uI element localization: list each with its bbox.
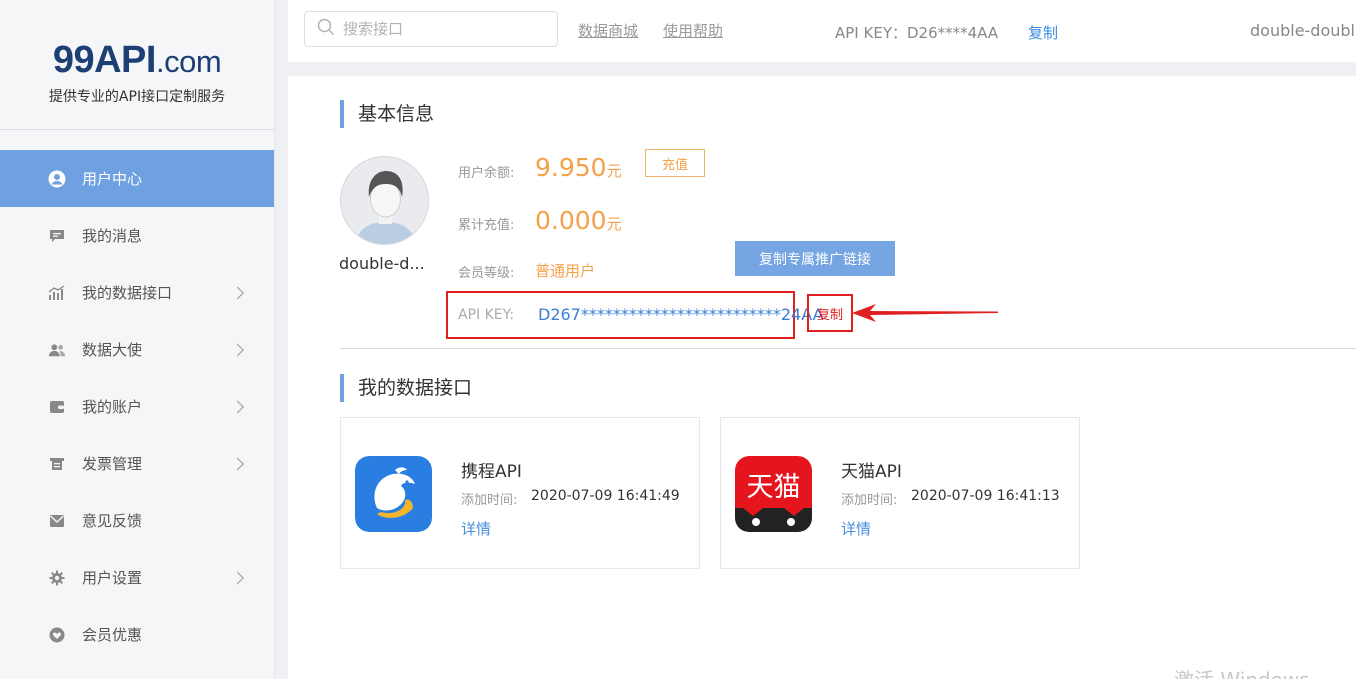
search-icon bbox=[317, 18, 335, 40]
mail-icon bbox=[48, 512, 66, 530]
sidebar-item-my-account[interactable]: 我的账户 bbox=[0, 378, 274, 435]
api-name: 天猫API bbox=[841, 462, 902, 482]
api-card-tmall[interactable]: 天猫 天猫API 添加时间: 2020-07-09 16:41:13 详情 bbox=[720, 417, 1080, 569]
sidebar-item-label: 发票管理 bbox=[82, 455, 143, 473]
sidebar-item-my-apis[interactable]: 我的数据接口 bbox=[0, 264, 274, 321]
detail-link[interactable]: 详情 bbox=[841, 518, 871, 539]
user-menu[interactable]: double-doubl bbox=[1250, 21, 1355, 40]
logo-text: 99API.com bbox=[52, 39, 222, 81]
sidebar-item-data-ambassador[interactable]: 数据大使 bbox=[0, 321, 274, 378]
sidebar-nav: 用户中心 我的消息 我的数据接口 数据大使 我的账户 发票管理 意见反馈 用户设… bbox=[0, 130, 274, 663]
people-icon bbox=[48, 341, 66, 359]
message-icon bbox=[48, 227, 66, 245]
username: double-d... bbox=[339, 254, 425, 273]
sidebar-item-invoice[interactable]: 发票管理 bbox=[0, 435, 274, 492]
member-level-label: 会员等级: bbox=[458, 266, 515, 281]
sidebar-item-label: 我的数据接口 bbox=[82, 284, 173, 302]
chevron-right-icon bbox=[231, 286, 244, 299]
api-name: 携程API bbox=[461, 462, 522, 482]
balance-label: 用户余额: bbox=[458, 166, 515, 181]
tmall-icon: 天猫 bbox=[735, 456, 812, 532]
chevron-right-icon bbox=[231, 457, 244, 470]
top-bar: 数据商城 使用帮助 API KEY：D26****4AA 复制 double-d… bbox=[288, 0, 1356, 62]
top-api-key: API KEY：D26****4AA bbox=[835, 24, 999, 42]
help-link[interactable]: 使用帮助 bbox=[663, 20, 723, 41]
total-recharge-label: 累计充值: bbox=[458, 218, 515, 233]
logo-tagline: 提供专业的API接口定制服务 bbox=[48, 89, 226, 105]
sidebar-item-label: 意见反馈 bbox=[82, 512, 143, 530]
api-card-ctrip[interactable]: 携程API 添加时间: 2020-07-09 16:41:49 详情 bbox=[340, 417, 700, 569]
add-time-value: 2020-07-09 16:41:49 bbox=[531, 488, 680, 504]
sidebar-item-label: 我的消息 bbox=[82, 227, 143, 245]
member-level-value: 普通用户 bbox=[535, 262, 596, 280]
add-time-label: 添加时间: bbox=[461, 493, 518, 508]
recharge-button[interactable]: 充值 bbox=[645, 149, 705, 177]
balance-value: 9.950元 bbox=[535, 153, 622, 182]
total-recharge-value: 0.000元 bbox=[535, 206, 622, 235]
sidebar-item-label: 用户中心 bbox=[82, 170, 143, 188]
divider bbox=[340, 348, 1356, 349]
copy-promo-link-button[interactable]: 复制专属推广链接 bbox=[735, 241, 895, 276]
invoice-icon bbox=[48, 455, 66, 473]
wallet-icon bbox=[48, 398, 66, 416]
search-input[interactable] bbox=[343, 20, 543, 38]
svg-text:天猫: 天猫 bbox=[747, 472, 801, 503]
basic-info-title: 基本信息 bbox=[340, 100, 434, 128]
api-key-value: D267*************************24AA bbox=[538, 305, 824, 324]
top-copy-button[interactable]: 复制 bbox=[1028, 22, 1058, 43]
ctrip-dolphin-icon bbox=[355, 456, 432, 532]
detail-link[interactable]: 详情 bbox=[461, 518, 491, 539]
arrow-annotation-icon bbox=[852, 304, 998, 322]
search-box[interactable] bbox=[304, 11, 558, 47]
chart-icon bbox=[48, 284, 66, 302]
sidebar-item-user-center[interactable]: 用户中心 bbox=[0, 150, 274, 207]
sidebar-item-messages[interactable]: 我的消息 bbox=[0, 207, 274, 264]
add-time-label: 添加时间: bbox=[841, 493, 898, 508]
chevron-right-icon bbox=[231, 400, 244, 413]
sidebar-item-label: 我的账户 bbox=[82, 398, 143, 416]
sidebar: 99API.com 提供专业的API接口定制服务 用户中心 我的消息 我的数据接… bbox=[0, 0, 275, 679]
chevron-right-icon bbox=[231, 571, 244, 584]
avatar[interactable] bbox=[340, 156, 429, 245]
windows-activation-watermark: 激活 Windows bbox=[1174, 664, 1310, 679]
my-apis-title: 我的数据接口 bbox=[340, 374, 472, 402]
heart-icon bbox=[48, 626, 66, 644]
user-icon bbox=[48, 170, 66, 188]
logo[interactable]: 99API.com 提供专业的API接口定制服务 bbox=[0, 0, 274, 130]
copy-api-key-button[interactable]: 复制 bbox=[807, 294, 853, 332]
sidebar-item-label: 用户设置 bbox=[82, 569, 143, 587]
sidebar-item-label: 数据大使 bbox=[82, 341, 143, 359]
main-content: 基本信息 double-d... 用户余额: 9.950元 充值 累计充值: 0… bbox=[288, 76, 1356, 679]
sidebar-item-member-offers[interactable]: 会员优惠 bbox=[0, 606, 274, 663]
api-key-label: API KEY: bbox=[458, 307, 515, 323]
add-time-value: 2020-07-09 16:41:13 bbox=[911, 488, 1060, 504]
sidebar-item-feedback[interactable]: 意见反馈 bbox=[0, 492, 274, 549]
sidebar-item-label: 会员优惠 bbox=[82, 626, 143, 644]
gear-icon bbox=[48, 569, 66, 587]
chevron-right-icon bbox=[231, 343, 244, 356]
data-mall-link[interactable]: 数据商城 bbox=[578, 20, 638, 41]
sidebar-item-user-settings[interactable]: 用户设置 bbox=[0, 549, 274, 606]
